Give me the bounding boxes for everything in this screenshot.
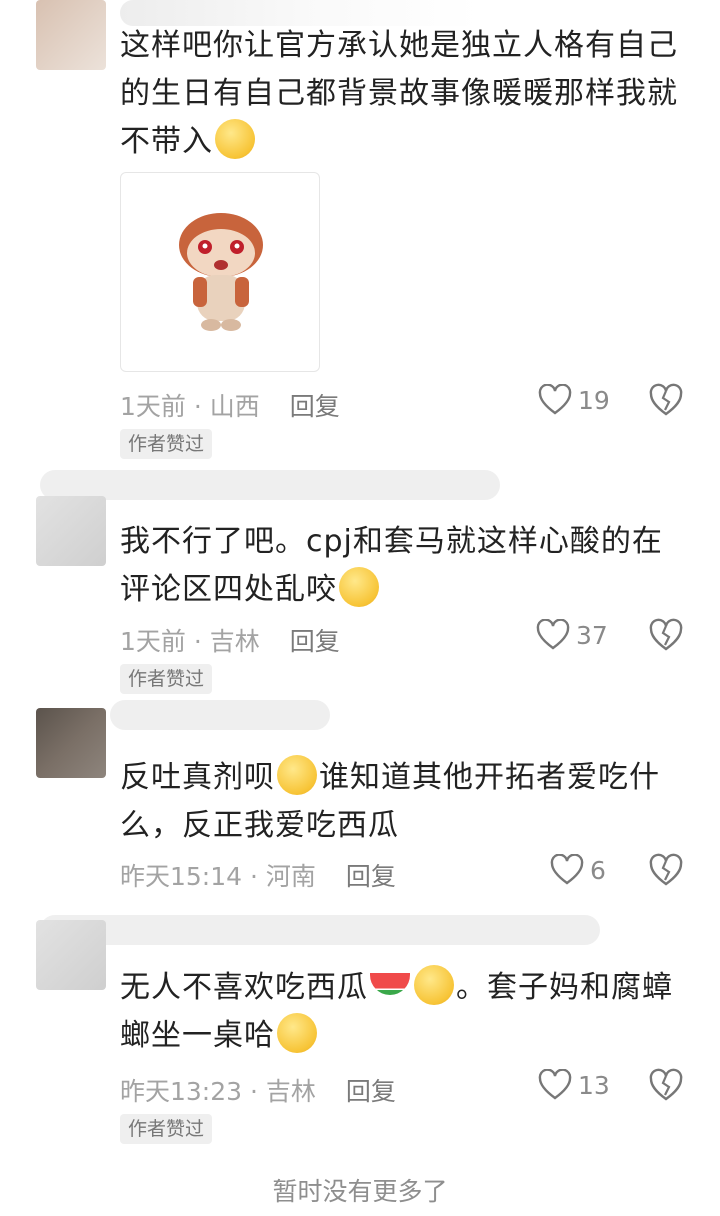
like-button[interactable]: 37 xyxy=(536,619,608,651)
watermelon-emoji-icon xyxy=(370,973,410,995)
comment-text-part: 我不行了吧。cpj和套马就这样心酸的在评论区四处乱咬 xyxy=(120,524,663,607)
broken-heart-icon[interactable] xyxy=(648,618,684,652)
comment-text-part: 反吐真剂呗 xyxy=(120,760,275,795)
username-blurred xyxy=(40,470,500,500)
reply-button[interactable]: 回复 xyxy=(346,862,396,891)
avatar[interactable] xyxy=(36,496,106,566)
comment-text: 反吐真剂呗 谁知道其他开拓者爱吃什么，反正我爱吃西瓜 xyxy=(120,754,690,850)
reply-button[interactable]: 回复 xyxy=(290,392,340,421)
author-liked-badge: 作者赞过 xyxy=(120,1114,213,1144)
heart-outline-icon xyxy=(536,619,570,650)
comment-text: 我不行了吧。cpj和套马就这样心酸的在评论区四处乱咬 xyxy=(120,518,690,614)
time-location: 1天前 · 山西 xyxy=(120,392,260,421)
comment-text-part: 无人不喜欢吃西瓜 xyxy=(120,970,368,1005)
comment-meta: 昨天15:14 · 河南 回复 xyxy=(120,857,396,893)
comment-meta: 1天前 · 山西 回复 xyxy=(120,387,340,423)
comment-text-part: 这样吧你让官方承认她是独立人格有自己的生日有自己都背景故事像暖暖那样我就不带入 xyxy=(120,28,678,159)
heart-outline-icon xyxy=(538,1069,572,1100)
smiley-emoji-icon xyxy=(277,1013,317,1053)
time-location: 昨天13:23 · 吉林 xyxy=(120,1077,316,1106)
avatar[interactable] xyxy=(36,0,106,70)
hamster-sticker[interactable] xyxy=(120,172,320,372)
comment-meta: 1天前 · 吉林 回复 xyxy=(120,622,340,658)
like-count: 37 xyxy=(576,620,608,650)
smiley-emoji-icon xyxy=(215,119,255,159)
username-blurred xyxy=(40,915,600,945)
comment-meta: 昨天13:23 · 吉林 回复 xyxy=(120,1072,396,1108)
like-button[interactable]: 13 xyxy=(538,1069,610,1101)
like-count: 6 xyxy=(590,855,606,885)
heart-outline-icon xyxy=(538,384,572,415)
hamster-sticker-image xyxy=(179,213,263,331)
broken-heart-icon[interactable] xyxy=(648,853,684,887)
author-liked-badge: 作者赞过 xyxy=(120,429,213,459)
no-more-footer: 暂时没有更多了 xyxy=(272,1177,448,1206)
like-count: 19 xyxy=(578,385,610,415)
like-button[interactable]: 19 xyxy=(538,384,610,416)
smiley-emoji-icon xyxy=(339,567,379,607)
reply-button[interactable]: 回复 xyxy=(346,1077,396,1106)
like-button[interactable]: 6 xyxy=(550,854,606,886)
avatar[interactable] xyxy=(36,708,106,778)
comment-text: 这样吧你让官方承认她是独立人格有自己的生日有自己都背景故事像暖暖那样我就不带入 xyxy=(120,22,690,166)
heart-outline-icon xyxy=(550,854,584,885)
time-location: 1天前 · 吉林 xyxy=(120,627,260,656)
author-liked-badge: 作者赞过 xyxy=(120,664,213,694)
username-blurred xyxy=(110,700,330,730)
broken-heart-icon[interactable] xyxy=(648,383,684,417)
time-location: 昨天15:14 · 河南 xyxy=(120,862,316,891)
reply-button[interactable]: 回复 xyxy=(290,627,340,656)
broken-heart-icon[interactable] xyxy=(648,1068,684,1102)
smiley-emoji-icon xyxy=(277,755,317,795)
avatar[interactable] xyxy=(36,920,106,990)
comment-text: 无人不喜欢吃西瓜 。套子妈和腐蟑螂坐一桌哈 xyxy=(120,964,690,1060)
smiley-emoji-icon xyxy=(414,965,454,1005)
like-count: 13 xyxy=(578,1070,610,1100)
